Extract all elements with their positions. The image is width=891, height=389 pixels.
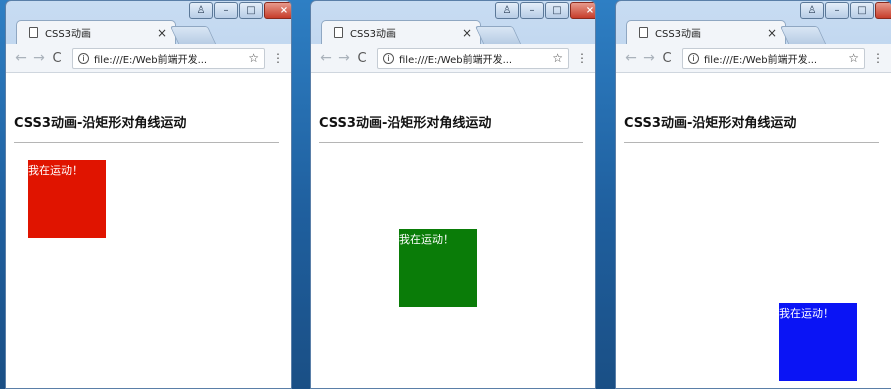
toolbar: ← → C i file:///E:/Web前端开发... ☆ ⋮ [616,44,891,73]
info-icon[interactable]: i [688,52,699,64]
user-icon[interactable]: ♙ [495,2,519,19]
forward-arrow-icon[interactable]: → [335,50,353,66]
close-window-button[interactable]: × [875,2,891,19]
back-arrow-icon[interactable]: ← [317,50,335,66]
forward-arrow-icon[interactable]: → [30,50,48,66]
page-content: CSS3动画-沿矩形对角线运动 我在运动！ [311,73,595,388]
bookmark-star-icon[interactable]: ☆ [552,51,563,65]
browser-window-3: ♙ – □ × CSS3动画 × ← → C i file:///E:/Web前… [615,0,891,389]
page-icon [29,27,38,38]
new-tab-button[interactable] [169,26,217,44]
moving-box: 我在运动！ [28,160,106,238]
close-window-button[interactable]: × [570,2,595,19]
tab-close-button[interactable]: × [462,26,472,40]
bookmark-star-icon[interactable]: ☆ [248,51,259,65]
window-controls: ♙ – □ × [495,2,595,19]
browser-tab[interactable]: CSS3动画 × [321,20,481,44]
new-tab-button[interactable] [474,26,522,44]
back-arrow-icon[interactable]: ← [12,50,30,66]
menu-icon[interactable]: ⋮ [271,51,285,65]
maximize-button[interactable]: □ [545,2,569,19]
url-text: file:///E:/Web前端开发... [704,54,818,66]
url-text: file:///E:/Web前端开发... [94,54,208,66]
info-icon[interactable]: i [383,52,394,64]
forward-arrow-icon[interactable]: → [640,50,658,66]
page-icon [334,27,343,38]
reload-icon[interactable]: C [353,51,371,66]
bookmark-star-icon[interactable]: ☆ [848,51,859,65]
browser-tab[interactable]: CSS3动画 × [626,20,786,44]
tab-title: CSS3动画 [45,29,92,40]
page-content: CSS3动画-沿矩形对角线运动 我在运动！ [6,73,291,388]
tab-close-button[interactable]: × [767,26,777,40]
address-bar[interactable]: i file:///E:/Web前端开发... ☆ [72,47,265,69]
window-controls: ♙ – □ × [189,2,291,19]
browser-window-1: ♙ – □ × CSS3动画 × ← → C i file:///E:/Web前… [5,0,292,389]
page-heading: CSS3动画-沿矩形对角线运动 [319,116,492,131]
maximize-button[interactable]: □ [850,2,874,19]
url-text: file:///E:/Web前端开发... [399,54,513,66]
moving-box: 我在运动！ [399,229,477,307]
reload-icon[interactable]: C [658,51,676,66]
window-controls: ♙ – □ × [800,2,891,19]
new-tab-button[interactable] [779,26,827,44]
user-icon[interactable]: ♙ [189,2,213,19]
minimize-button[interactable]: – [214,2,238,19]
menu-icon[interactable]: ⋮ [575,51,589,65]
close-window-button[interactable]: × [264,2,291,19]
reload-icon[interactable]: C [48,51,66,66]
moving-box: 我在运动！ [779,303,857,381]
back-arrow-icon[interactable]: ← [622,50,640,66]
address-bar[interactable]: i file:///E:/Web前端开发... ☆ [682,47,865,69]
horizontal-rule [319,142,583,143]
tab-close-button[interactable]: × [157,26,167,40]
address-bar[interactable]: i file:///E:/Web前端开发... ☆ [377,47,569,69]
minimize-button[interactable]: – [825,2,849,19]
toolbar: ← → C i file:///E:/Web前端开发... ☆ ⋮ [6,44,291,73]
menu-icon[interactable]: ⋮ [871,51,885,65]
info-icon[interactable]: i [78,52,89,64]
user-icon[interactable]: ♙ [800,2,824,19]
minimize-button[interactable]: – [520,2,544,19]
toolbar: ← → C i file:///E:/Web前端开发... ☆ ⋮ [311,44,595,73]
page-content: CSS3动画-沿矩形对角线运动 我在运动！ [616,73,891,388]
browser-window-2: ♙ – □ × CSS3动画 × ← → C i file:///E:/Web前… [310,0,596,389]
page-icon [639,27,648,38]
horizontal-rule [14,142,279,143]
page-heading: CSS3动画-沿矩形对角线运动 [14,116,187,131]
tab-title: CSS3动画 [350,29,397,40]
tab-title: CSS3动画 [655,29,702,40]
browser-tab[interactable]: CSS3动画 × [16,20,176,44]
maximize-button[interactable]: □ [239,2,263,19]
page-heading: CSS3动画-沿矩形对角线运动 [624,116,797,131]
horizontal-rule [624,142,879,143]
